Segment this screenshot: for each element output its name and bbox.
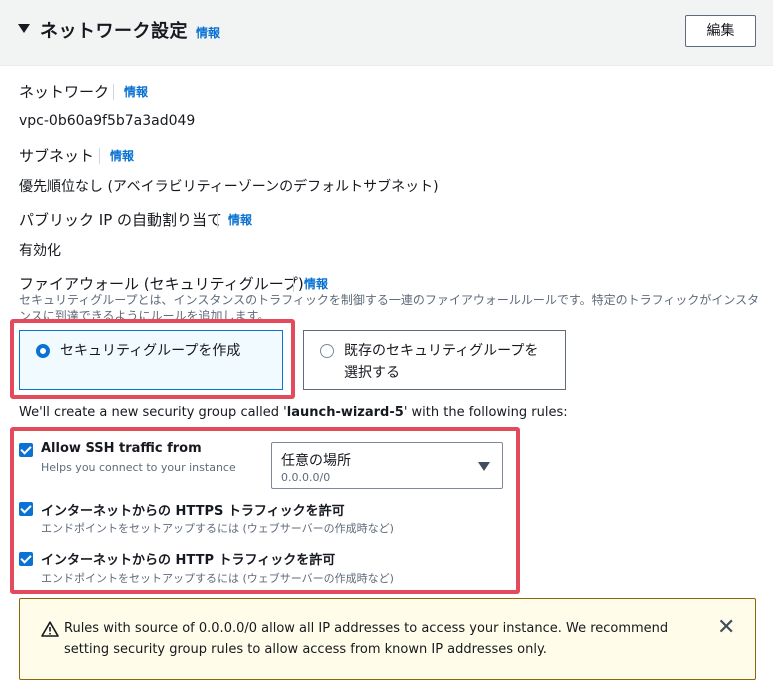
section-title: ネットワーク設定 xyxy=(40,21,188,42)
firewall-info-link[interactable]: 情報 xyxy=(293,276,328,292)
network-value: vpc-0b60a9f5b7a3ad049 xyxy=(19,113,196,129)
public-ip-label: パブリック IP の自動割り当て xyxy=(19,211,223,229)
subnet-value: 優先順位なし (アベイラビリティーゾーンのデフォルトサブネット) xyxy=(19,179,439,195)
ssh-source-cidr: 0.0.0.0/0 xyxy=(281,471,331,484)
firewall-label: ファイアウォール (セキュリティグループ) xyxy=(19,275,304,293)
http-rule-description: エンドポイントをセットアップするには (ウェブサーバーの作成時など) xyxy=(41,572,394,585)
warning-alert: Rules with source of 0.0.0.0/0 allow all… xyxy=(19,598,756,680)
security-group-name: launch-wizard-5 xyxy=(286,405,404,420)
create-security-group-option[interactable]: セキュリティグループを作成 xyxy=(19,330,283,390)
ssh-source-select[interactable]: 任意の場所 0.0.0.0/0 xyxy=(271,442,503,489)
https-rule-title: インターネットからの HTTPS トラフィックを許可 xyxy=(41,504,345,519)
select-existing-label-line1: 既存のセキュリティグループを xyxy=(344,343,539,359)
radio-unselected-icon[interactable] xyxy=(320,344,334,358)
ssh-rule-title: Allow SSH traffic from xyxy=(41,441,202,456)
network-info-link[interactable]: 情報 xyxy=(113,84,148,100)
edit-button[interactable]: 編集 xyxy=(685,15,756,47)
ssh-source-value: 任意の場所 xyxy=(281,453,351,469)
https-rule-description: エンドポイントをセットアップするには (ウェブサーバーの作成時など) xyxy=(41,522,394,535)
warning-text: Rules with source of 0.0.0.0/0 allow all… xyxy=(64,621,669,657)
radio-selected-icon[interactable] xyxy=(36,344,50,358)
ssh-checkbox[interactable] xyxy=(19,443,33,457)
public-ip-value: 有効化 xyxy=(19,243,61,259)
public-ip-info-link[interactable]: 情報 xyxy=(217,212,252,228)
section-header: ネットワーク設定 情報 編集 xyxy=(0,0,773,66)
dropdown-arrow-icon xyxy=(478,462,490,471)
create-notice-prefix: We'll create a new security group called… xyxy=(19,405,287,420)
create-security-group-label: セキュリティグループを作成 xyxy=(60,343,241,359)
https-checkbox[interactable] xyxy=(19,502,33,516)
subnet-label: サブネット xyxy=(19,147,95,165)
http-rule-title: インターネットからの HTTP トラフィックを許可 xyxy=(41,553,336,568)
network-label: ネットワーク xyxy=(19,83,110,101)
subnet-info-link[interactable]: 情報 xyxy=(99,148,134,164)
http-checkbox[interactable] xyxy=(19,552,33,566)
select-existing-label: 既存のセキュリティグループを 選択する xyxy=(344,340,538,384)
firewall-description: セキュリティグループとは、インスタンスのトラフィックを制御する一連のファイアウォ… xyxy=(19,293,760,322)
ssh-rule-description: Helps you connect to your instance xyxy=(41,461,236,474)
select-existing-security-group-option[interactable]: 既存のセキュリティグループを 選択する xyxy=(303,330,566,390)
caret-down-icon[interactable] xyxy=(18,24,30,33)
close-icon[interactable]: ✕ xyxy=(717,617,735,639)
create-notice: We'll create a new security group called… xyxy=(19,405,568,420)
header-info-link[interactable]: 情報 xyxy=(196,24,220,41)
create-notice-suffix: ' with the following rules: xyxy=(403,405,568,420)
warning-triangle-icon xyxy=(41,621,59,637)
select-existing-label-line2: 選択する xyxy=(344,365,400,381)
